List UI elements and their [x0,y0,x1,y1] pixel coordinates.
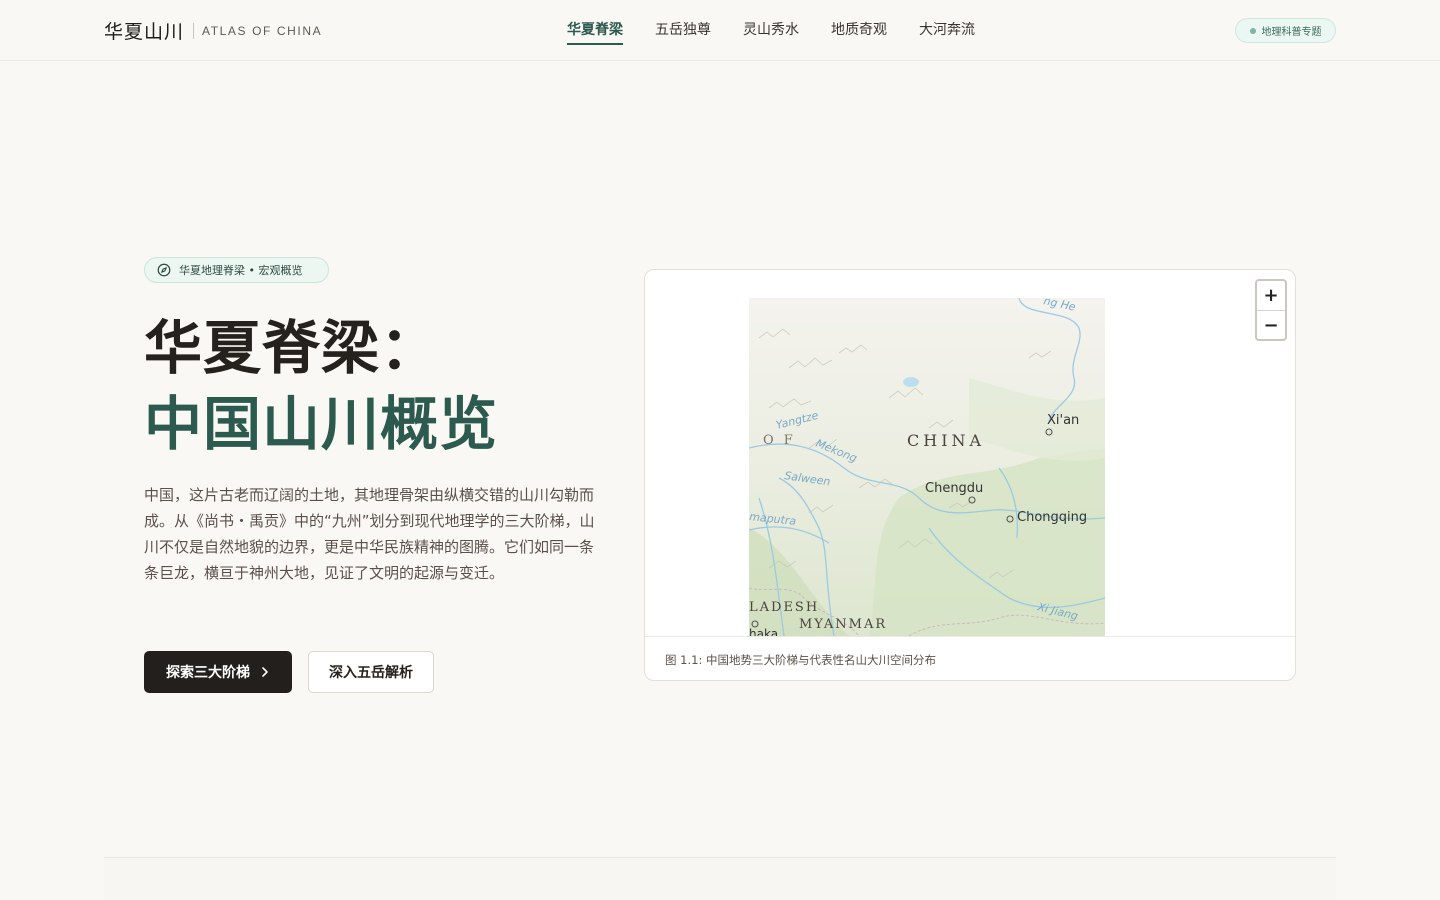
main-nav: 华夏脊梁 五岳独尊 灵山秀水 地质奇观 大河奔流 [567,19,975,45]
brand-divider [193,22,195,39]
map-label-chongqing: Chongqing [1017,510,1087,525]
page-title-line1: 华夏脊梁： [144,314,440,382]
status-dot-icon [1249,27,1256,34]
map-label-chengdu: Chengdu [925,481,983,496]
section-tag: 华夏地理脊梁 • 宏观概览 [144,257,329,283]
map-label-of: O F [763,433,796,448]
nav-item-huaxia-jiliang[interactable]: 华夏脊梁 [567,19,623,45]
next-section-edge [104,858,1336,900]
chevron-right-icon [262,667,268,677]
map-label-river-north: ng He [1042,298,1077,314]
page-title: 华夏脊梁： 中国山川概览 [144,310,498,462]
map-label-salween: Salween [784,469,832,488]
nav-item-wuyue-duzun[interactable]: 五岳独尊 [655,19,711,45]
nav-item-dizhi-qiguan[interactable]: 地质奇观 [831,19,887,45]
compass-icon [157,263,171,277]
explore-three-steps-label: 探索三大阶梯 [166,665,250,681]
map-card: ng He Yangtze O F Mekong CHINA Xi'an Sal… [644,269,1296,681]
map-label-xijiang: Xi Jiang [1035,600,1079,623]
map-labels: ng He Yangtze O F Mekong CHINA Xi'an Sal… [749,298,1087,636]
nav-item-lingshan-xiushui[interactable]: 灵山秀水 [743,19,799,45]
map-label-myanmar: MYANMAR [799,617,887,632]
top-navbar: 华夏山川 ATLAS OF CHINA 华夏脊梁 五岳独尊 灵山秀水 地质奇观 … [0,0,1440,61]
terrain-map[interactable]: ng He Yangtze O F Mekong CHINA Xi'an Sal… [749,298,1105,636]
brand-logo[interactable]: 华夏山川 ATLAS OF CHINA [104,17,322,44]
page-title-line2: 中国山川概览 [144,390,499,458]
map-caption: 图 1.1: 中国地势三大阶梯与代表性名山大川空间分布 [645,636,1295,680]
map-label-bangladesh: LADESH [749,600,819,615]
section-tag-label: 华夏地理脊梁 • 宏观概览 [179,264,303,277]
intro-paragraph: 中国，这片古老而辽阔的土地，其地理骨架由纵横交错的山川勾勒而成。从《尚书・禹贡》… [144,486,595,582]
map-label-dhaka: haka [749,627,778,636]
brand-name-cn: 华夏山川 [104,21,185,43]
wuyue-analysis-label: 深入五岳解析 [329,665,413,681]
topic-badge-label: 地理科普专题 [1261,27,1322,38]
map-label-china: CHINA [907,431,985,450]
zoom-in-button[interactable]: + [1257,281,1285,310]
zoom-control: + − [1255,279,1287,341]
map-label-brahmaputra: maputra [749,510,797,528]
map-label-mekong: Mekong [814,437,859,465]
map-label-yangtze: Yangtze [775,409,820,432]
explore-three-steps-button[interactable]: 探索三大阶梯 [144,651,292,693]
wuyue-analysis-button[interactable]: 深入五岳解析 [308,651,434,693]
brand-name-en: ATLAS OF CHINA [202,23,323,38]
nav-item-dahe-benliu[interactable]: 大河奔流 [919,19,975,45]
map-label-xian: Xi'an [1047,413,1079,428]
topic-badge: 地理科普专题 [1235,18,1336,43]
map-viewport[interactable]: ng He Yangtze O F Mekong CHINA Xi'an Sal… [645,270,1295,636]
zoom-out-button[interactable]: − [1257,310,1285,339]
